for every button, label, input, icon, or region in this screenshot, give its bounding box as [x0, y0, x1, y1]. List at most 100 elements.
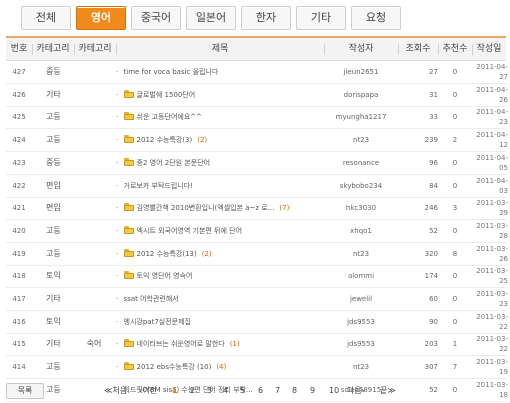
post-category[interactable]: 토익 [32, 311, 74, 333]
post-title-link[interactable]: 엑시트 외국어영역 기본편 뒤에 단어 [137, 227, 243, 235]
post-title-link[interactable]: 거로보카 부탁드립니다! [124, 182, 193, 190]
post-subcategory[interactable] [74, 175, 114, 197]
post-subcategory[interactable] [74, 129, 114, 151]
post-subcategory[interactable] [74, 106, 114, 128]
comment-count[interactable]: (4) [216, 363, 226, 371]
post-views: 27 [429, 68, 438, 76]
post-subcategory[interactable] [74, 288, 114, 310]
post-number: 426 [12, 90, 26, 99]
folder-body [123, 205, 134, 212]
comment-count[interactable]: (2) [202, 250, 212, 258]
post-title-cell: - ssat 어학관련해서 [116, 288, 321, 310]
post-category[interactable]: 기타 [32, 84, 74, 106]
tab-1[interactable]: 전체 [21, 6, 71, 30]
page-link-1[interactable]: 1 [172, 383, 178, 399]
post-subcategory[interactable] [74, 265, 114, 287]
post-author[interactable]: jewelil [324, 288, 398, 310]
post-title-cell: - 네이티브는 쉬운영어로 말한다 (1) [116, 333, 321, 355]
tab-3[interactable]: 중국어 [131, 6, 181, 30]
post-number: 416 [12, 317, 26, 326]
post-subcategory[interactable] [74, 356, 114, 378]
post-subcategory[interactable] [74, 84, 114, 106]
post-author[interactable]: nt23 [324, 243, 398, 265]
post-title-link[interactable]: 2012 ebs수능특강 (10) [137, 363, 212, 371]
post-title-link[interactable]: ssat 어학관련해서 [124, 295, 179, 303]
tab-6[interactable]: 기타 [296, 6, 346, 30]
post-category[interactable]: 고등 [32, 129, 74, 151]
post-category[interactable]: 중등 [32, 61, 74, 83]
post-title-link[interactable]: 글로벌쉐 1500단어 [137, 91, 196, 99]
post-category[interactable]: 기타 [32, 288, 74, 310]
post-author[interactable]: myungha1217 [324, 106, 398, 128]
tab-2[interactable]: 영어 [76, 6, 126, 30]
comment-count[interactable]: (7) [279, 204, 289, 212]
post-title-link[interactable]: 2012 수능특강(3) [137, 136, 193, 144]
post-category[interactable]: 고등 [32, 220, 74, 242]
post-author[interactable]: nt23 [324, 129, 398, 151]
post-subcategory[interactable] [74, 197, 114, 219]
post-title-link[interactable]: 엥시강pat7실전문제집 [124, 318, 191, 326]
post-author[interactable]: resonance [324, 152, 398, 174]
post-subcategory[interactable] [74, 152, 114, 174]
page-link-7[interactable]: 7 [275, 383, 280, 399]
prev-page-link[interactable]: ‹이전 [139, 383, 157, 399]
next-page-link[interactable]: 다음› [347, 383, 365, 399]
post-date-day: 2011-03-28 [476, 221, 508, 240]
post-author[interactable]: jieun2651 [324, 61, 398, 83]
post-author[interactable]: alommi [324, 265, 398, 287]
post-category[interactable]: 토익 [32, 265, 74, 287]
post-category[interactable]: 중등 [32, 152, 74, 174]
comment-count[interactable]: (1) [230, 340, 240, 348]
page-link-6[interactable]: 6 [258, 383, 263, 399]
tab-5[interactable]: 한자 [241, 6, 291, 30]
post-title-link[interactable]: 쉬운 고등단어에요^^ [137, 113, 202, 121]
post-category[interactable]: 고등 [32, 356, 74, 378]
reply-indicator: - [116, 136, 119, 145]
post-author[interactable]: xhqo1 [324, 220, 398, 242]
page-link-4[interactable]: 4 [223, 383, 228, 399]
post-subcategory[interactable] [74, 243, 114, 265]
post-category[interactable]: 고등 [32, 243, 74, 265]
page-link-2[interactable]: 2 [190, 383, 195, 399]
post-author[interactable]: jds9553 [324, 333, 398, 355]
post-title-link[interactable]: 네이티브는 쉬운영어로 말한다 [137, 340, 225, 348]
post-subcategory[interactable] [74, 220, 114, 242]
last-page-link[interactable]: 끝≫ [380, 383, 396, 399]
page-link-8[interactable]: 8 [292, 383, 297, 399]
post-category[interactable]: 편입 [32, 197, 74, 219]
post-title-link[interactable]: time for voca basic 올립니다 [124, 68, 219, 76]
post-subcategory[interactable] [74, 311, 114, 333]
post-author[interactable]: jds9553 [324, 311, 398, 333]
post-title-link[interactable]: 김영빨간책 2010변환입니(엑셀입본 a~z 로... [137, 204, 275, 212]
post-title-link[interactable]: 중2 영어 2단원 본문단어 [137, 159, 211, 167]
reply-indicator: - [116, 317, 119, 326]
list-button[interactable]: 목록 [6, 383, 44, 399]
post-title-link[interactable]: 토익 영단어 영숙어 [137, 272, 193, 280]
page-link-10[interactable]: 10 [329, 383, 339, 399]
post-subcategory[interactable]: 숙어 [74, 333, 114, 355]
folder-body [123, 227, 134, 234]
post-date: 2011-04-2316:10 [468, 106, 508, 129]
post-category[interactable]: 고등 [32, 106, 74, 128]
table-row: 427 중등 - time for voca basic 올립니다 jieun2651 2… [6, 61, 508, 84]
post-title-cell: - 중2 영어 2단원 본문단어 [116, 152, 321, 174]
post-category[interactable]: 편입 [32, 175, 74, 197]
post-subcategory[interactable] [74, 61, 114, 83]
post-author[interactable]: skybobo234 [324, 175, 398, 197]
page-link-5[interactable]: 5 [240, 383, 245, 399]
table-row: 421 편입 - 김영빨간책 2010변환입니(엑셀입본 a~z 로... (7) hkc… [6, 197, 508, 221]
post-author[interactable]: dorispapa [324, 84, 398, 106]
post-recommends: 0 [452, 158, 458, 167]
post-category[interactable]: 기타 [32, 333, 74, 355]
post-views: 96 [429, 158, 438, 167]
page-link-9[interactable]: 9 [310, 383, 315, 399]
tab-7[interactable]: 요청 [351, 6, 401, 30]
post-author[interactable]: hkc3030 [324, 197, 398, 219]
page-link-3[interactable]: 3 [207, 383, 212, 399]
comment-count[interactable]: (2) [197, 136, 207, 144]
post-author[interactable]: nt23 [324, 356, 398, 378]
post-title-link[interactable]: 2012 수능특강(13) [137, 250, 197, 258]
tab-4[interactable]: 일본어 [186, 6, 236, 30]
first-page-link[interactable]: ≪처음 [104, 383, 127, 399]
table-row: 415 기타 숙어 - 네이티브는 쉬운영어로 말한다 (1) jds9553 203 1 201… [6, 333, 508, 357]
